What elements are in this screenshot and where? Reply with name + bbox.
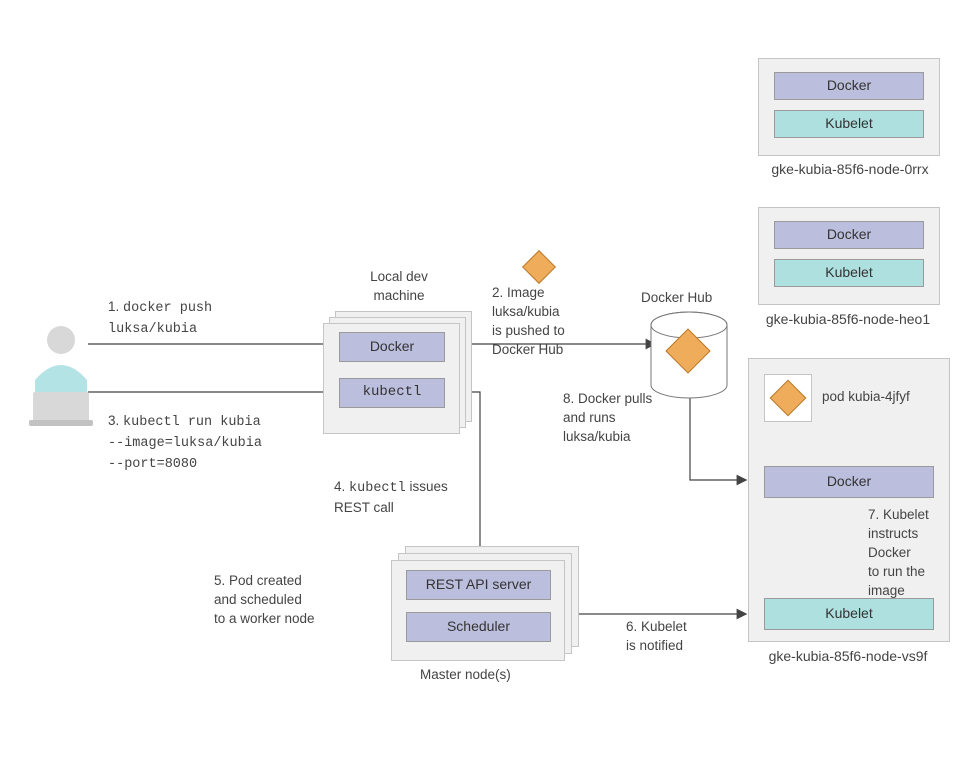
node1-docker-chip: Docker [774,72,924,100]
step-8-label: 8. Docker pulls and runs luksa/kubia [563,390,652,447]
step-1-label: 1. docker push luksa/kubia [108,298,212,340]
node1-caption: gke-kubia-85f6-node-0rrx [750,160,950,180]
node3-docker-chip: Docker [764,466,934,498]
node3-kubelet-chip: Kubelet [764,598,934,630]
pod-diamond-frame [764,374,812,422]
node2-docker-chip: Docker [774,221,924,249]
user-icon [25,320,97,430]
step-3-label: 3. kubectl run kubia --image=luksa/kubia… [108,412,262,475]
master-nodes-label: Master node(s) [420,666,511,685]
step-4-label: 4. kubectl issues REST call [334,478,448,518]
local-kubectl-chip: kubectl [339,378,445,408]
step-2-label: 2. Image luksa/kubia is pushed to Docker… [492,284,565,360]
node2-caption: gke-kubia-85f6-node-heo1 [748,310,948,330]
node2-kubelet-chip: Kubelet [774,259,924,287]
local-dev-label: Local dev machine [344,268,454,306]
scheduler-chip: Scheduler [406,612,551,642]
docker-hub-label: Docker Hub [641,289,712,308]
pod-label: pod kubia-4jfyf [822,388,910,407]
local-docker-chip: Docker [339,332,445,362]
node1-kubelet-chip: Kubelet [774,110,924,138]
step-5-label: 5. Pod created and scheduled to a worker… [214,572,315,629]
node3-caption: gke-kubia-85f6-node-vs9f [748,647,948,667]
diamond-step2-icon [522,250,556,284]
rest-api-chip: REST API server [406,570,551,600]
diagram-canvas: 1. docker push luksa/kubia 3. kubectl ru… [0,0,974,770]
step-7-label: 7. Kubelet instructs Docker to run the i… [868,506,929,600]
pod-diamond-icon [770,380,807,417]
step-6-label: 6. Kubelet is notified [626,618,687,656]
